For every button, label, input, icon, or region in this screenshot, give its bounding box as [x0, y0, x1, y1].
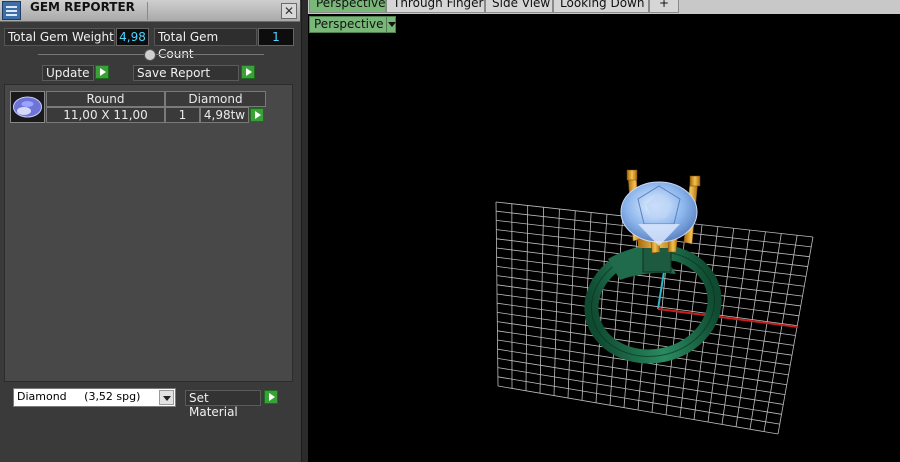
gem-row-play-icon[interactable]	[250, 108, 264, 122]
tab-looking-down[interactable]: Looking Down	[553, 0, 649, 13]
update-button[interactable]: Update	[42, 65, 94, 81]
gem-count-cell: 1	[165, 107, 200, 123]
view-selector-label: Perspective	[314, 17, 384, 31]
x-axis-line	[657, 308, 799, 328]
view-selector[interactable]: Perspective	[309, 16, 396, 33]
tab-side-view[interactable]: Side View	[485, 0, 553, 13]
add-tab-icon[interactable]: +	[649, 0, 679, 13]
slider-handle[interactable]	[144, 49, 156, 61]
grid-line	[749, 233, 782, 430]
gem-material-header: Diamond	[165, 91, 266, 107]
total-count-label: Total Gem Count	[154, 28, 257, 61]
gem-reporter-icon	[2, 1, 21, 20]
gem-size-cell: 11,00 X 11,00	[46, 107, 165, 123]
material-select-value: Diamond (3,52 spg)	[17, 390, 141, 403]
close-icon[interactable]: ✕	[281, 3, 297, 19]
chevron-down-icon[interactable]	[159, 390, 174, 405]
total-weight-value: 4,98	[116, 28, 149, 46]
title-separator	[147, 2, 148, 20]
round-gem-icon	[10, 91, 45, 123]
tab-through-finger[interactable]: Through Finger	[386, 0, 485, 13]
set-material-play-icon[interactable]	[264, 390, 278, 404]
set-material-button[interactable]: Set Material	[185, 390, 261, 419]
save-report-button[interactable]: Save Report	[133, 65, 239, 81]
save-report-play-icon[interactable]	[241, 65, 255, 79]
gem-reporter-panel: GEM REPORTER ✕ Total Gem Weight 4,98 Tot…	[0, 0, 302, 462]
material-select[interactable]: Diamond (3,52 spg)	[13, 388, 176, 407]
chevron-down-icon[interactable]	[386, 17, 396, 32]
gem-weight-cell: 4,98tw	[200, 107, 249, 123]
total-weight-label: Total Gem Weight	[4, 28, 115, 46]
gem-report-list	[4, 84, 293, 382]
grid-line	[777, 236, 814, 435]
total-count-value: 1	[258, 28, 294, 46]
gem-shape-header: Round	[46, 91, 165, 107]
panel-title-bar: GEM REPORTER ✕	[0, 0, 300, 22]
update-play-icon[interactable]	[95, 65, 109, 79]
grid-line	[763, 235, 798, 432]
grid-line	[497, 376, 780, 425]
ring-3d-scene	[495, 169, 814, 435]
tab-perspective[interactable]: Perspective	[309, 0, 386, 13]
panel-title: GEM REPORTER	[30, 0, 135, 14]
grid-line	[497, 385, 779, 435]
